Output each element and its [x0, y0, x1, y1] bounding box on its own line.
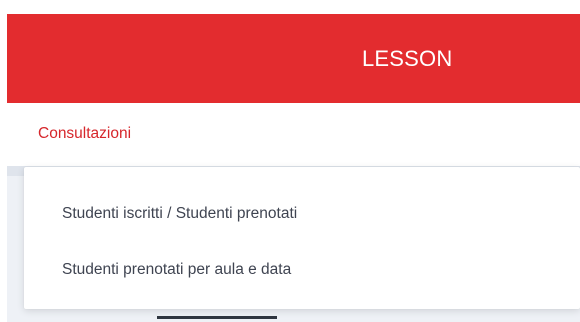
- section-bar: Consultazioni: [7, 103, 580, 160]
- background-content-fragment: [157, 316, 277, 319]
- menu-consultazioni[interactable]: Consultazioni: [38, 125, 131, 143]
- app-header: LESSON: [7, 14, 580, 103]
- menu-item-studenti-prenotati-aula-data[interactable]: Studenti prenotati per aula e data: [62, 261, 291, 279]
- app-title: LESSON: [362, 46, 453, 71]
- menu-item-studenti-iscritti-prenotati[interactable]: Studenti iscritti / Studenti prenotati: [62, 205, 297, 223]
- consultazioni-dropdown: Studenti iscritti / Studenti prenotati S…: [24, 167, 580, 309]
